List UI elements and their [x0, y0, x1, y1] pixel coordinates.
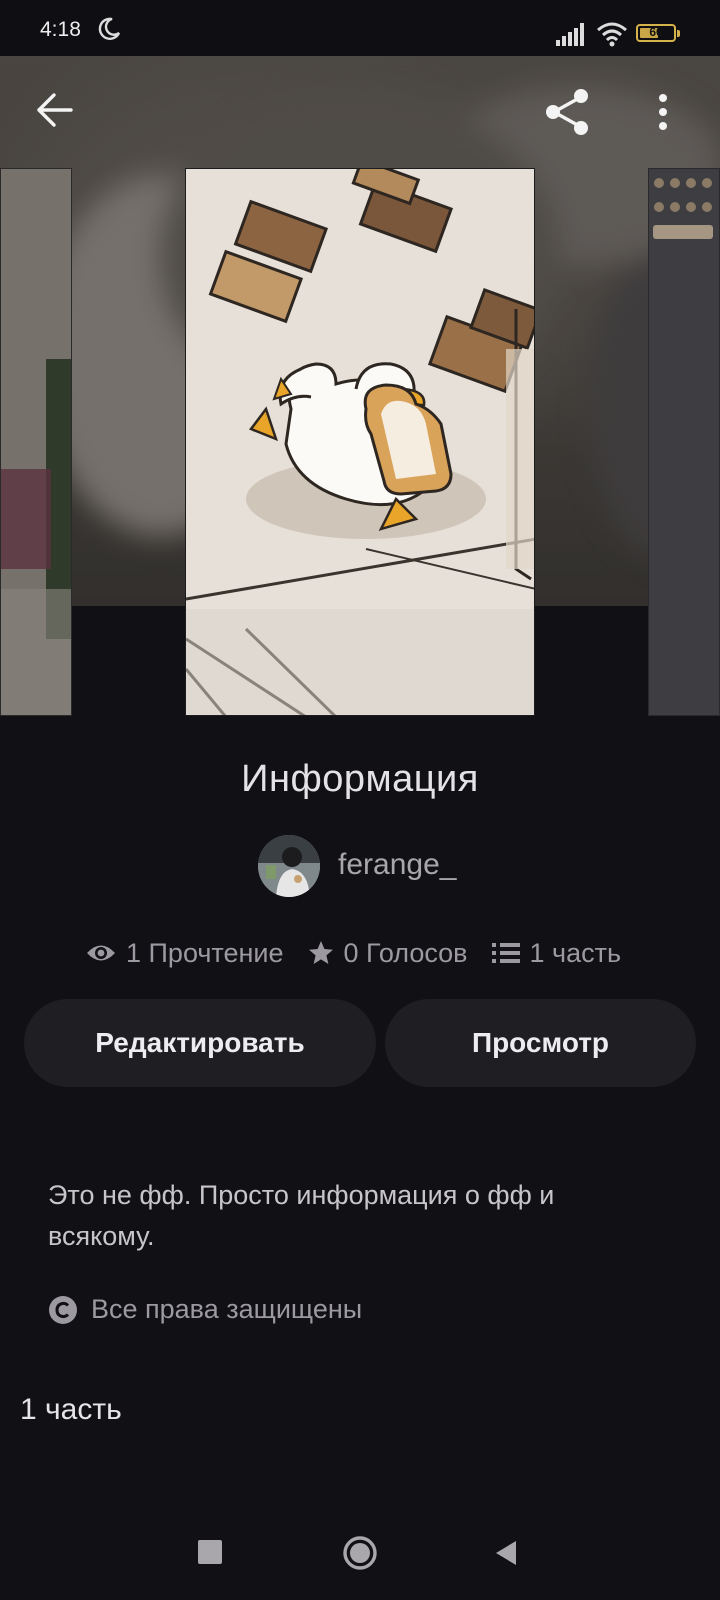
author-avatar[interactable] [258, 835, 320, 897]
preview-button[interactable]: Просмотр [385, 999, 696, 1087]
list-icon [491, 943, 520, 963]
author-name[interactable]: ferange_ [338, 848, 456, 882]
cover-right[interactable] [648, 168, 720, 716]
home-circle-icon[interactable] [342, 1535, 378, 1571]
moon-icon [98, 17, 121, 40]
copyright-text: Все права защищены [91, 1294, 363, 1324]
back-triangle-icon[interactable] [494, 1540, 518, 1566]
eye-icon [87, 945, 115, 961]
cover-main-duck-illustration[interactable] [185, 168, 535, 716]
recents-square-icon[interactable] [198, 1540, 222, 1564]
battery-level-text: 60 [649, 25, 663, 39]
copyright-icon [49, 1295, 77, 1324]
back-arrow-icon[interactable] [34, 90, 74, 130]
copyright-notice: Все права защищены [48, 1294, 362, 1325]
story-description: Это не фф. Просто информация о фф и всяк… [48, 1180, 555, 1251]
signal-icon [556, 23, 584, 46]
battery-tip [677, 30, 680, 37]
reads-count: 1 Прочтение [126, 937, 284, 968]
story-title: Информация [241, 758, 479, 800]
stat-reads: 1 Прочтение [86, 938, 284, 969]
more-vert-icon[interactable] [657, 94, 669, 130]
stat-votes: 0 Голосов [308, 938, 468, 969]
parts-count: 1 часть [529, 937, 622, 968]
star-icon [308, 941, 333, 964]
cover-left[interactable] [0, 168, 72, 716]
stat-parts: 1 часть [491, 937, 622, 969]
share-icon[interactable] [542, 86, 594, 138]
parts-heading[interactable]: 1 часть [20, 1393, 122, 1427]
battery-icon: 60 [636, 24, 676, 42]
story-stats: 1 Прочтение 0 Голосов 1 часть [86, 935, 645, 971]
votes-count: 0 Голосов [343, 937, 468, 968]
edit-button[interactable]: Редактировать [24, 999, 376, 1087]
status-time: 4:18 [40, 18, 81, 41]
wifi-icon [597, 22, 627, 47]
